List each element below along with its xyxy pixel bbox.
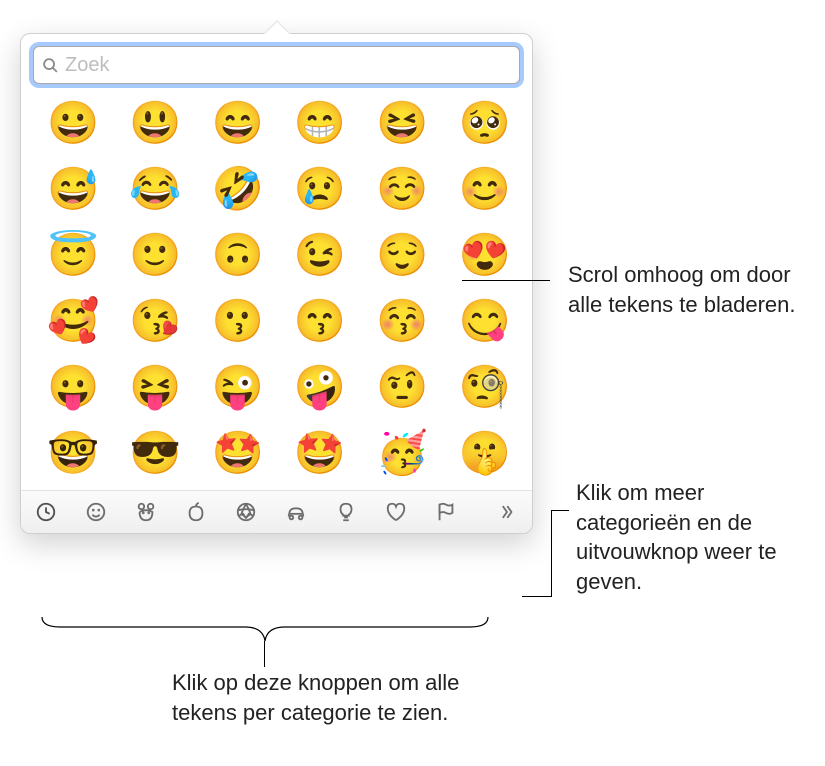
emoji-item[interactable]: 😍	[458, 234, 510, 276]
emoji-item[interactable]: 😝	[129, 366, 181, 408]
emoji-item[interactable]: 🤨	[376, 366, 428, 408]
emoji-item[interactable]: 😋	[458, 300, 510, 342]
emoji-item[interactable]: 🤫	[458, 432, 510, 474]
annotation-scroll: Scrol omhoog om door alle tekens te blad…	[568, 260, 798, 319]
animal-icon[interactable]	[131, 497, 161, 527]
emoji-item[interactable]: 😗	[212, 300, 264, 342]
emoji-grid[interactable]: 😀 😃 😄 😁 😆 🥺 😅 😂 🤣 😢 ☺️ 😊 😇 🙂 🙃 😉 😌 😍 🥰 😘 😗 😙 😚 😋 😛 😝 😜 🤪 🤨 🧐 🤓 😎 🤩 🤩 🥳 🤫	[21, 92, 532, 490]
search-field[interactable]	[33, 46, 520, 84]
brace	[40, 615, 490, 645]
emoji-item[interactable]: 🥰	[47, 300, 99, 342]
panel-pointer	[263, 20, 291, 34]
annotation-expand: Klik om meer categorieën en de uitvouwkn…	[576, 478, 806, 597]
expand-button[interactable]	[492, 497, 522, 527]
leader-line	[264, 641, 265, 667]
emoji-item[interactable]: 🤪	[294, 366, 346, 408]
emoji-item[interactable]: 😛	[47, 366, 99, 408]
emoji-item[interactable]: 😃	[129, 102, 181, 144]
emoji-item[interactable]: 🤓	[47, 432, 99, 474]
emoji-item[interactable]: 😉	[294, 234, 346, 276]
leader-line	[462, 280, 550, 281]
object-icon[interactable]	[331, 497, 361, 527]
heart-icon[interactable]	[381, 497, 411, 527]
emoji-item[interactable]: 😀	[47, 102, 99, 144]
food-icon[interactable]	[181, 497, 211, 527]
activity-icon[interactable]	[231, 497, 261, 527]
annotation-categories: Klik op deze knoppen om alle tekens per …	[172, 668, 472, 727]
leader-line	[522, 596, 552, 597]
emoji-item[interactable]: 😁	[294, 102, 346, 144]
category-row	[31, 497, 461, 527]
emoji-item[interactable]: 🧐	[458, 366, 510, 408]
recent-icon[interactable]	[31, 497, 61, 527]
emoji-item[interactable]: 😌	[376, 234, 428, 276]
flag-icon[interactable]	[431, 497, 461, 527]
emoji-item[interactable]: ☺️	[376, 168, 428, 210]
emoji-item[interactable]: 😄	[212, 102, 264, 144]
emoji-item[interactable]: 😘	[129, 300, 181, 342]
emoji-item[interactable]: 😆	[376, 102, 428, 144]
search-icon	[42, 57, 59, 74]
emoji-item[interactable]: 😅	[47, 168, 99, 210]
emoji-item[interactable]: 😢	[294, 168, 346, 210]
emoji-item[interactable]: 😇	[47, 234, 99, 276]
emoji-item[interactable]: 😜	[212, 366, 264, 408]
emoji-item[interactable]: 🥺	[458, 102, 510, 144]
emoji-item[interactable]: 😎	[129, 432, 181, 474]
category-toolbar	[21, 490, 532, 533]
emoji-item[interactable]: 🤣	[212, 168, 264, 210]
leader-line	[551, 510, 552, 597]
search-row	[21, 34, 532, 92]
emoji-item[interactable]: 🤩	[294, 432, 346, 474]
leader-line	[551, 510, 569, 511]
travel-icon[interactable]	[281, 497, 311, 527]
smiley-icon[interactable]	[81, 497, 111, 527]
emoji-item[interactable]: 🤩	[212, 432, 264, 474]
emoji-item[interactable]: 🙂	[129, 234, 181, 276]
emoji-item[interactable]: 😙	[294, 300, 346, 342]
emoji-item[interactable]: 🙃	[212, 234, 264, 276]
panel-body: 😀 😃 😄 😁 😆 🥺 😅 😂 🤣 😢 ☺️ 😊 😇 🙂 🙃 😉 😌 😍 🥰 😘 😗 😙 😚 😋 😛 😝 😜 🤪 🤨 🧐 🤓 😎 🤩 🤩 🥳 🤫	[20, 33, 533, 534]
emoji-item[interactable]: 🥳	[376, 432, 428, 474]
emoji-item[interactable]: 😚	[376, 300, 428, 342]
emoji-picker-panel: 😀 😃 😄 😁 😆 🥺 😅 😂 🤣 😢 ☺️ 😊 😇 🙂 🙃 😉 😌 😍 🥰 😘 😗 😙 😚 😋 😛 😝 😜 🤪 🤨 🧐 🤓 😎 🤩 🤩 🥳 🤫	[20, 20, 533, 534]
emoji-item[interactable]: 😊	[458, 168, 510, 210]
emoji-item[interactable]: 😂	[129, 168, 181, 210]
search-input[interactable]	[65, 54, 511, 77]
